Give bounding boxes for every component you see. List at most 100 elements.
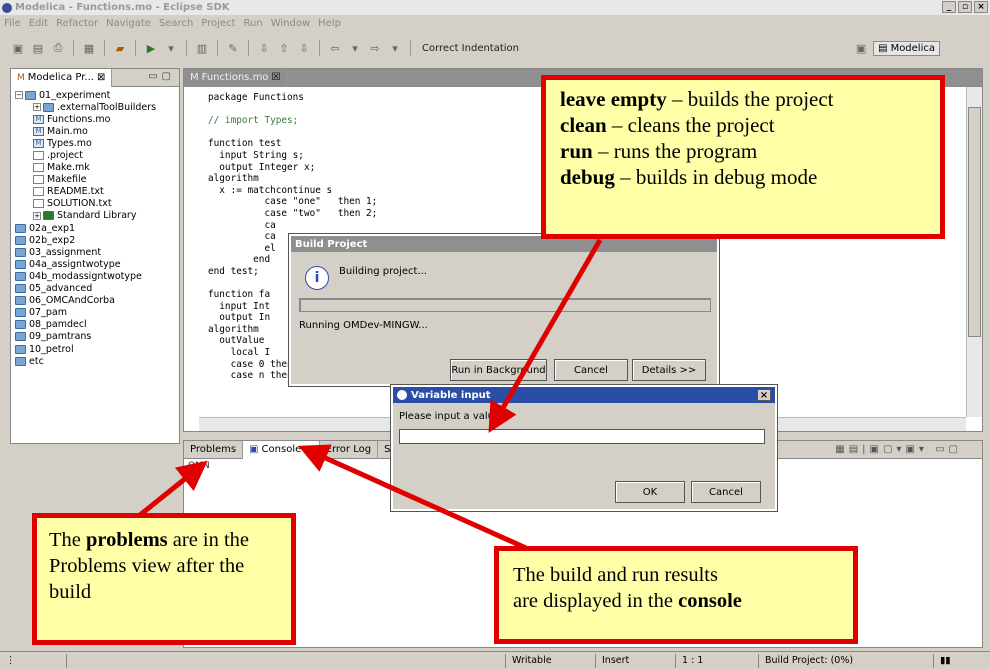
- menu-help[interactable]: Help: [318, 18, 341, 29]
- forward-icon[interactable]: ⇨: [367, 40, 383, 56]
- tree-item[interactable]: 06_OMCAndCorba: [11, 295, 179, 307]
- tree-item[interactable]: 09_pamtrans: [11, 331, 179, 343]
- tree-item[interactable]: Makefile: [11, 174, 179, 186]
- menu-project[interactable]: Project: [201, 18, 235, 29]
- save-icon[interactable]: ▤: [30, 40, 46, 56]
- folder-icon: [15, 296, 26, 306]
- tree-item[interactable]: README.txt: [11, 186, 179, 198]
- tree-item[interactable]: M Main.mo: [11, 125, 179, 137]
- forward-dropdown-icon[interactable]: ▾: [387, 40, 403, 56]
- menu-edit[interactable]: Edit: [29, 18, 48, 29]
- print-icon[interactable]: ⎙: [50, 40, 66, 56]
- tab-functions-mo[interactable]: M Functions.mo ☒: [184, 68, 288, 87]
- tree-item[interactable]: .project: [11, 149, 179, 161]
- tree-item[interactable]: 07_pam: [11, 307, 179, 319]
- tree-item[interactable]: 02a_exp1: [11, 222, 179, 234]
- close-icon[interactable]: ⊠: [304, 444, 312, 455]
- variable-value-input[interactable]: [399, 429, 765, 444]
- build-project-dialog: Build Project i Building project... Runn…: [288, 233, 720, 387]
- callout-target-0-text: – builds the project: [666, 87, 834, 111]
- folder-icon: [15, 308, 26, 318]
- close-icon[interactable]: ⊠: [97, 72, 105, 83]
- annotation-last-icon[interactable]: ⇩: [296, 40, 312, 56]
- expand-icon[interactable]: +: [33, 103, 41, 112]
- tab-error-log[interactable]: Error Log: [320, 440, 379, 459]
- tree-item[interactable]: 04a_assigntwotype: [11, 258, 179, 270]
- tree-item-label: Functions.mo: [47, 113, 111, 125]
- ok-button[interactable]: OK: [615, 481, 685, 503]
- run-in-background-button[interactable]: Run in Background: [450, 359, 547, 381]
- tab-problems[interactable]: Problems: [184, 440, 244, 459]
- tree-item[interactable]: + Standard Library: [11, 210, 179, 222]
- window-title: Modelica - Functions.mo - Eclipse SDK: [15, 2, 230, 13]
- tree-item[interactable]: − 01_experiment: [11, 89, 179, 101]
- collapse-icon[interactable]: −: [15, 91, 23, 100]
- cancel-button[interactable]: Cancel: [691, 481, 761, 503]
- tree-item[interactable]: etc: [11, 355, 179, 367]
- tree-item-label: 05_advanced: [29, 283, 93, 295]
- tree-item[interactable]: + .externalToolBuilders: [11, 101, 179, 113]
- file-icon: [33, 175, 44, 185]
- cancel-build-button[interactable]: Cancel: [554, 359, 628, 381]
- menu-navigate[interactable]: Navigate: [106, 18, 151, 29]
- file-icon: [33, 151, 44, 161]
- open-perspective-icon[interactable]: ▣: [853, 40, 869, 56]
- eclipse-icon: [2, 2, 12, 13]
- tree-item[interactable]: M Functions.mo: [11, 113, 179, 125]
- perspective-icon[interactable]: ▰: [112, 40, 128, 56]
- back-icon[interactable]: ⇦: [327, 40, 343, 56]
- new-icon[interactable]: ▣: [10, 40, 26, 56]
- progress-icon[interactable]: ▮▮: [933, 654, 983, 668]
- expand-icon[interactable]: +: [33, 211, 41, 220]
- close-button[interactable]: ×: [757, 389, 771, 401]
- tree-item[interactable]: 10_petrol: [11, 343, 179, 355]
- tree-item[interactable]: 04b_modassigntwotype: [11, 270, 179, 282]
- binary-icon[interactable]: ▦: [81, 40, 97, 56]
- open-type-icon[interactable]: ▥: [194, 40, 210, 56]
- menu-file[interactable]: File: [4, 18, 21, 29]
- tree-item[interactable]: SOLUTION.txt: [11, 198, 179, 210]
- annotation-prev-icon[interactable]: ⇧: [276, 40, 292, 56]
- folder-icon: [25, 90, 36, 100]
- library-icon: [43, 211, 54, 221]
- modelica-perspective-button[interactable]: ▤ Modelica: [873, 40, 940, 56]
- close-icon[interactable]: ☒: [271, 72, 280, 83]
- tree-item[interactable]: 02b_exp2: [11, 234, 179, 246]
- run-icon[interactable]: ▶: [143, 40, 159, 56]
- run-dropdown-icon[interactable]: ▾: [163, 40, 179, 56]
- tree-item[interactable]: 08_pamdecl: [11, 319, 179, 331]
- details-button[interactable]: Details >>: [632, 359, 706, 381]
- minimize-button[interactable]: _: [942, 1, 956, 13]
- menu-run[interactable]: Run: [244, 18, 263, 29]
- tree-item[interactable]: 03_assignment: [11, 246, 179, 258]
- callout-build-targets: leave empty – builds the project clean –…: [541, 75, 945, 239]
- tree-item-label: Main.mo: [47, 125, 88, 137]
- correct-indentation-button[interactable]: Correct Indentation: [422, 43, 519, 54]
- editor-vertical-scrollbar[interactable]: [966, 87, 982, 417]
- pencil-icon[interactable]: ✎: [225, 40, 241, 56]
- tree-item-label: 08_pamdecl: [29, 319, 87, 331]
- tree-item-label: 03_assignment: [29, 246, 102, 258]
- tab-console[interactable]: ▣ Console ⊠: [243, 440, 320, 459]
- menu-window[interactable]: Window: [271, 18, 310, 29]
- tab-modelica-projects[interactable]: M Modelica Pr... ⊠: [11, 68, 113, 87]
- menu-refactor[interactable]: Refactor: [56, 18, 98, 29]
- tree-item[interactable]: Make.mk: [11, 162, 179, 174]
- menu-search[interactable]: Search: [159, 18, 193, 29]
- view-controls[interactable]: ▭▢: [148, 71, 175, 82]
- folder-icon: [15, 223, 26, 233]
- restore-button[interactable]: ▫: [958, 1, 972, 13]
- modelica-file-icon: M: [33, 114, 44, 124]
- tree-item-label: 09_pamtrans: [29, 331, 92, 343]
- folder-icon: [15, 356, 26, 366]
- info-icon: i: [305, 266, 329, 290]
- tree-item[interactable]: 05_advanced: [11, 283, 179, 295]
- annotation-next-icon[interactable]: ⇩: [256, 40, 272, 56]
- tree-item[interactable]: M Types.mo: [11, 137, 179, 149]
- tree-item-label: Make.mk: [47, 162, 90, 174]
- close-button[interactable]: ×: [974, 1, 988, 13]
- back-dropdown-icon[interactable]: ▾: [347, 40, 363, 56]
- console-toolbar[interactable]: ▦▤|▣▢▾▣▾ ▭▢: [835, 444, 962, 455]
- callout-target-2-bold: run: [560, 139, 593, 163]
- tree-item-label: 04b_modassigntwotype: [29, 270, 142, 282]
